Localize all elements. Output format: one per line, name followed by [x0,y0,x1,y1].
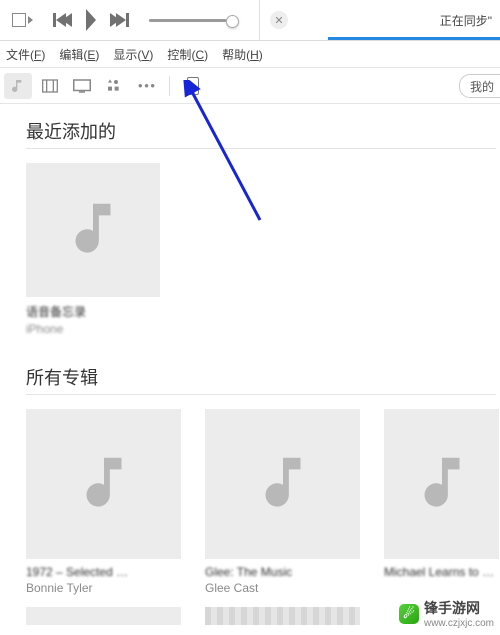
apps-tab[interactable] [100,73,128,99]
watermark-badge-icon: ☄ [399,604,419,624]
menu-file[interactable]: 文件(F) [6,46,45,63]
my-library-pill[interactable]: 我的 [459,74,500,98]
album-cover-placeholder [205,409,360,559]
album-item[interactable] [26,607,181,625]
music-note-icon [407,449,477,519]
play-button[interactable] [86,9,96,31]
album-cover-placeholder [26,409,181,559]
music-note-icon [248,449,318,519]
divider [26,394,496,395]
album-title: 语音备忘录 [26,303,156,320]
watermark-url: www.czjxjc.com [424,618,494,629]
watermark-label: 锋手游网 [424,598,494,618]
apps-icon [106,78,122,94]
album-title: Glee: The Music [205,565,360,579]
movies-tab[interactable] [36,73,64,99]
sync-progress-bar [328,37,500,40]
album-item[interactable]: Michael Learns to Roc [384,409,499,595]
music-note-icon [69,449,139,519]
album-title: Michael Learns to Roc [384,565,499,579]
now-playing-display: ✕ 正在同步" [259,0,500,40]
album-item[interactable]: 语音备忘录 iPhone [26,163,156,336]
album-title: 1972 – Selected … [26,565,181,579]
album-cover-placeholder [26,607,181,625]
previous-button[interactable] [53,13,72,27]
menu-view[interactable]: 显示(V) [113,46,153,63]
music-note-icon [58,195,128,265]
music-tab[interactable] [4,73,32,99]
sync-status: 正在同步" [432,0,500,40]
separator [169,76,170,96]
chevron-down-icon [28,16,33,24]
window-menu-dropdown[interactable] [6,13,33,27]
album-cover-placeholder [384,409,499,559]
volume-slider[interactable] [149,19,239,22]
film-icon [42,79,58,93]
close-icon[interactable]: ✕ [270,11,288,29]
annotation-arrow [180,80,270,225]
menu-bar: 文件(F) 编辑(E) 显示(V) 控制(C) 帮助(H) [0,41,500,68]
menu-control[interactable]: 控制(C) [167,46,208,63]
tv-tab[interactable] [68,73,96,99]
watermark: ☄ 锋手游网 www.czjxjc.com [399,598,494,629]
menu-help[interactable]: 帮助(H) [222,46,263,63]
album-subtitle: Glee Cast [205,581,360,595]
menu-edit[interactable]: 编辑(E) [59,46,99,63]
album-item[interactable]: 1972 – Selected … Bonnie Tyler [26,409,181,595]
next-button[interactable] [110,13,129,27]
album-cover-placeholder [205,607,360,625]
album-subtitle: iPhone [26,322,156,336]
album-item[interactable] [205,607,360,625]
all-albums-section-title: 所有专辑 [26,364,500,390]
tv-icon [73,79,91,93]
album-subtitle: Bonnie Tyler [26,581,181,595]
music-icon [10,78,26,94]
album-item[interactable]: Glee: The Music Glee Cast [205,409,360,595]
album-cover-placeholder [26,163,160,297]
more-tab[interactable]: • • • [132,73,160,99]
